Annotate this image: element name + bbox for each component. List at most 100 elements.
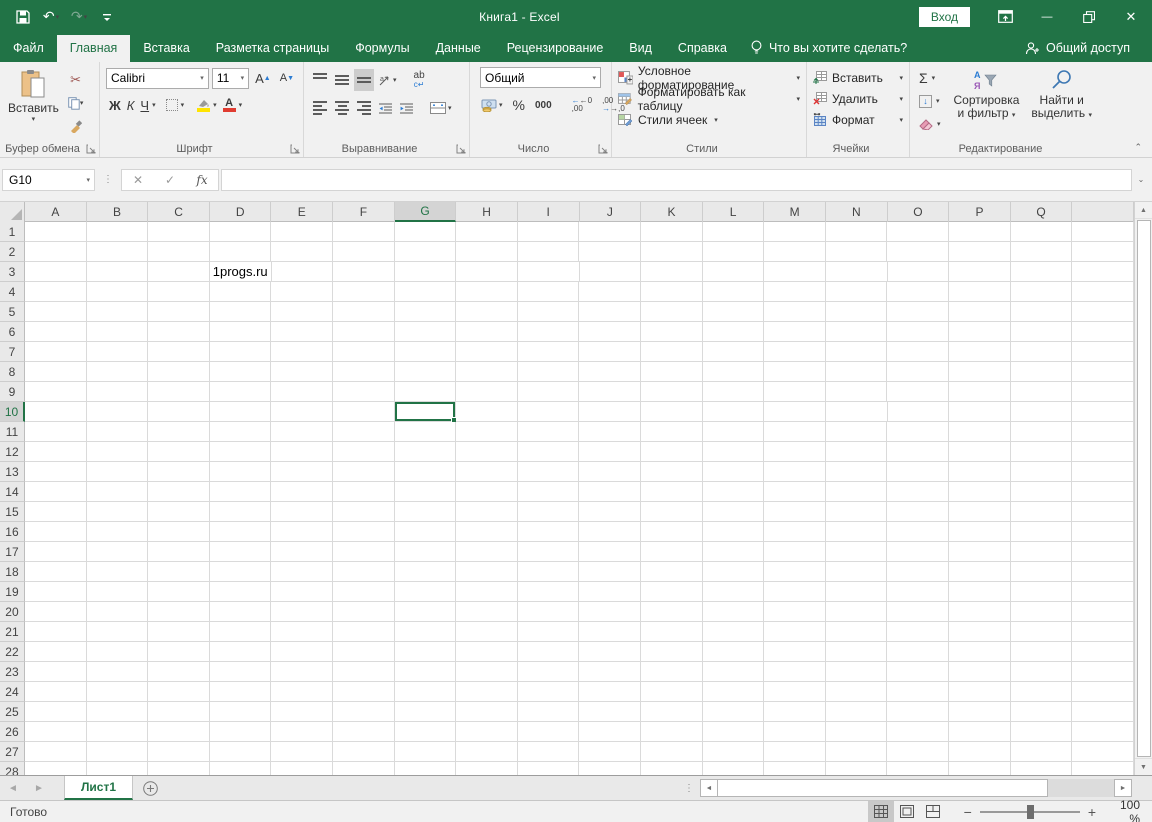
cell-M14[interactable] bbox=[764, 482, 826, 502]
cell-D26[interactable] bbox=[210, 722, 272, 742]
cell-O10[interactable] bbox=[888, 402, 950, 422]
cell-I27[interactable] bbox=[518, 742, 580, 762]
cell-partial16[interactable] bbox=[1072, 522, 1134, 542]
delete-cells-button[interactable]: Удалить ▾ bbox=[809, 88, 907, 109]
orientation-button[interactable]: a ▾ bbox=[376, 69, 400, 91]
cell-N11[interactable] bbox=[826, 422, 888, 442]
cell-A18[interactable] bbox=[25, 562, 87, 582]
cell-P2[interactable] bbox=[949, 242, 1011, 262]
cell-L4[interactable] bbox=[703, 282, 765, 302]
expand-formula-bar-button[interactable]: ⌄ bbox=[1132, 175, 1150, 184]
insert-cells-button[interactable]: Вставить ▾ bbox=[809, 67, 907, 88]
cell-G12[interactable] bbox=[395, 442, 457, 462]
cell-Q2[interactable] bbox=[1011, 242, 1073, 262]
column-header-O[interactable]: O bbox=[888, 202, 950, 222]
cell-B15[interactable] bbox=[87, 502, 149, 522]
minimize-button[interactable]: — bbox=[1026, 0, 1068, 33]
cell-partial22[interactable] bbox=[1072, 642, 1134, 662]
column-header-B[interactable]: B bbox=[87, 202, 149, 222]
cell-C11[interactable] bbox=[148, 422, 210, 442]
cell-B3[interactable] bbox=[87, 262, 149, 282]
cell-O27[interactable] bbox=[887, 742, 949, 762]
cell-P7[interactable] bbox=[949, 342, 1011, 362]
cell-H22[interactable] bbox=[456, 642, 518, 662]
cell-C28[interactable] bbox=[148, 762, 210, 775]
cell-D6[interactable] bbox=[210, 322, 272, 342]
cell-K28[interactable] bbox=[641, 762, 703, 775]
column-header-Q[interactable]: Q bbox=[1011, 202, 1073, 222]
cell-P20[interactable] bbox=[949, 602, 1011, 622]
cell-B2[interactable] bbox=[87, 242, 149, 262]
horizontal-scrollbar[interactable]: ◄ ► bbox=[700, 779, 1132, 797]
cell-M1[interactable] bbox=[764, 222, 826, 242]
confirm-entry-button[interactable]: ✓ bbox=[154, 173, 186, 187]
cell-D20[interactable] bbox=[210, 602, 272, 622]
cell-A5[interactable] bbox=[25, 302, 87, 322]
cell-partial3[interactable] bbox=[1072, 262, 1134, 282]
cell-G7[interactable] bbox=[395, 342, 457, 362]
cell-M25[interactable] bbox=[764, 702, 826, 722]
cell-B17[interactable] bbox=[87, 542, 149, 562]
cell-K26[interactable] bbox=[641, 722, 703, 742]
cell-P17[interactable] bbox=[949, 542, 1011, 562]
cell-N19[interactable] bbox=[826, 582, 888, 602]
column-header-G[interactable]: G bbox=[395, 202, 457, 222]
cell-J23[interactable] bbox=[579, 662, 641, 682]
cell-E26[interactable] bbox=[271, 722, 333, 742]
cell-Q6[interactable] bbox=[1011, 322, 1073, 342]
cell-N15[interactable] bbox=[826, 502, 888, 522]
cell-J3[interactable] bbox=[580, 262, 642, 282]
cell-F9[interactable] bbox=[333, 382, 395, 402]
cell-H15[interactable] bbox=[456, 502, 518, 522]
cell-C9[interactable] bbox=[148, 382, 210, 402]
cell-H7[interactable] bbox=[456, 342, 518, 362]
previous-sheet-button[interactable]: ◄ bbox=[0, 776, 26, 800]
cell-C16[interactable] bbox=[148, 522, 210, 542]
cell-I3[interactable] bbox=[518, 262, 580, 282]
insert-function-button[interactable]: fx bbox=[186, 173, 218, 187]
cell-H2[interactable] bbox=[456, 242, 518, 262]
row-header-17[interactable]: 17 bbox=[0, 542, 25, 562]
tab-insert[interactable]: Вставка bbox=[130, 35, 202, 62]
cell-O3[interactable] bbox=[888, 262, 950, 282]
select-all-button[interactable] bbox=[0, 202, 25, 222]
cell-P8[interactable] bbox=[949, 362, 1011, 382]
cell-G15[interactable] bbox=[395, 502, 457, 522]
cell-I4[interactable] bbox=[518, 282, 580, 302]
cell-I21[interactable] bbox=[518, 622, 580, 642]
cell-E24[interactable] bbox=[271, 682, 333, 702]
cell-A6[interactable] bbox=[25, 322, 87, 342]
cell-B1[interactable] bbox=[87, 222, 149, 242]
tab-review[interactable]: Рецензирование bbox=[494, 35, 617, 62]
cell-Q24[interactable] bbox=[1011, 682, 1073, 702]
cell-C2[interactable] bbox=[148, 242, 210, 262]
font-name-combo[interactable]: Calibri▾ bbox=[106, 68, 209, 89]
cell-K23[interactable] bbox=[641, 662, 703, 682]
cell-G17[interactable] bbox=[395, 542, 457, 562]
format-cells-button[interactable]: Формат ▾ bbox=[809, 109, 907, 130]
cell-B19[interactable] bbox=[87, 582, 149, 602]
cell-M4[interactable] bbox=[764, 282, 826, 302]
cell-F3[interactable] bbox=[333, 262, 395, 282]
cell-L10[interactable] bbox=[703, 402, 765, 422]
cell-Q25[interactable] bbox=[1011, 702, 1073, 722]
cell-L13[interactable] bbox=[703, 462, 765, 482]
cell-J6[interactable] bbox=[579, 322, 641, 342]
cell-D28[interactable] bbox=[210, 762, 272, 775]
cell-Q11[interactable] bbox=[1011, 422, 1073, 442]
cell-L17[interactable] bbox=[703, 542, 765, 562]
cell-L27[interactable] bbox=[703, 742, 765, 762]
cell-O18[interactable] bbox=[887, 562, 949, 582]
cell-A13[interactable] bbox=[25, 462, 87, 482]
cell-partial8[interactable] bbox=[1072, 362, 1134, 382]
cell-J5[interactable] bbox=[579, 302, 641, 322]
cell-partial26[interactable] bbox=[1072, 722, 1134, 742]
clear-button[interactable]: ▾ bbox=[916, 113, 944, 135]
cell-partial14[interactable] bbox=[1072, 482, 1134, 502]
cell-B26[interactable] bbox=[87, 722, 149, 742]
cell-Q18[interactable] bbox=[1011, 562, 1073, 582]
cell-partial20[interactable] bbox=[1072, 602, 1134, 622]
cell-Q19[interactable] bbox=[1011, 582, 1073, 602]
cell-M17[interactable] bbox=[764, 542, 826, 562]
cell-D23[interactable] bbox=[210, 662, 272, 682]
